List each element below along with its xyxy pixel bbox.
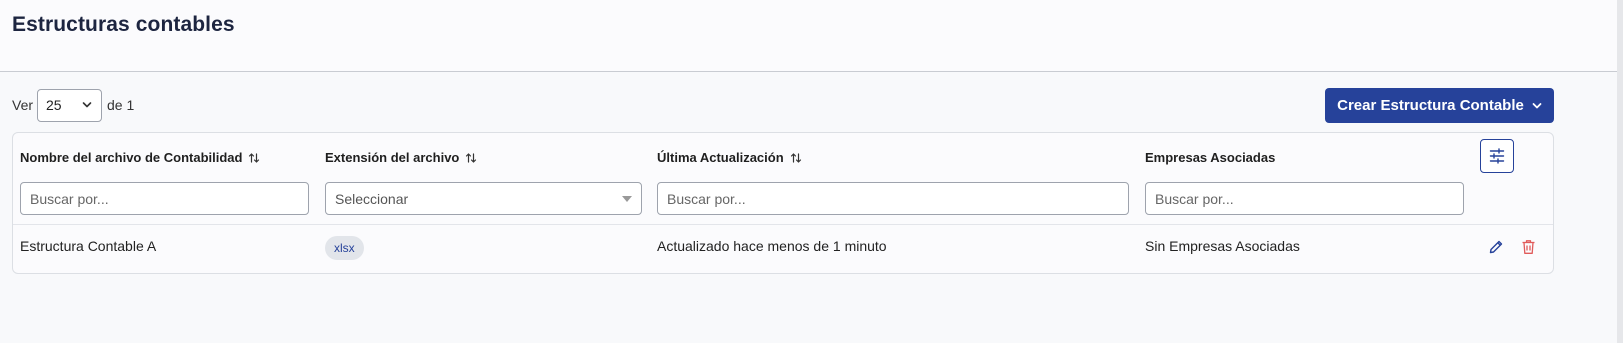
column-header-extension[interactable]: Extensión del archivo bbox=[325, 150, 477, 165]
filter-extension-placeholder: Seleccionar bbox=[335, 190, 409, 207]
pager-suffix: de 1 bbox=[107, 97, 135, 113]
row-divider bbox=[13, 224, 1553, 225]
delete-icon bbox=[1522, 240, 1534, 254]
extension-badge: xlsx bbox=[325, 236, 364, 260]
edit-icon bbox=[1489, 240, 1503, 254]
sort-icon[interactable] bbox=[465, 151, 477, 165]
column-header-label: Extensión del archivo bbox=[325, 150, 460, 165]
filter-companies-input[interactable] bbox=[1145, 182, 1464, 215]
page-size-value: 25 bbox=[46, 97, 62, 113]
column-header-companies: Empresas Asociadas bbox=[1145, 150, 1275, 165]
pager-prefix: Ver bbox=[12, 97, 34, 113]
page-header: Estructuras contables bbox=[0, 0, 1623, 72]
filter-extension-select[interactable]: Seleccionar bbox=[325, 182, 642, 215]
column-header-name[interactable]: Nombre del archivo de Contabilidad bbox=[20, 150, 260, 165]
cell-updated: Actualizado hace menos de 1 minuto bbox=[657, 238, 887, 254]
scrollbar-track[interactable] bbox=[1617, 0, 1623, 343]
chevron-down-icon bbox=[82, 102, 92, 108]
create-button-label: Crear Estructura Contable bbox=[1337, 97, 1524, 114]
sort-icon[interactable] bbox=[790, 151, 802, 165]
column-header-label: Nombre del archivo de Contabilidad bbox=[20, 150, 243, 165]
cell-companies: Sin Empresas Asociadas bbox=[1145, 238, 1300, 254]
create-structure-button[interactable]: Crear Estructura Contable bbox=[1325, 88, 1554, 123]
column-header-label: Empresas Asociadas bbox=[1145, 150, 1276, 165]
column-header-updated[interactable]: Última Actualización bbox=[657, 150, 802, 165]
edit-button[interactable] bbox=[1487, 238, 1505, 256]
chevron-down-icon bbox=[1532, 102, 1542, 108]
column-settings-icon bbox=[1489, 148, 1505, 164]
page-size-select[interactable]: 25 bbox=[37, 88, 103, 122]
sort-icon[interactable] bbox=[248, 151, 260, 165]
delete-button[interactable] bbox=[1519, 238, 1537, 256]
column-settings-button[interactable] bbox=[1480, 139, 1514, 173]
column-header-label: Última Actualización bbox=[657, 150, 784, 165]
caret-down-icon bbox=[622, 195, 632, 202]
cell-name: Estructura Contable A bbox=[20, 238, 157, 254]
filter-name-input[interactable] bbox=[20, 182, 309, 215]
page-title: Estructuras contables bbox=[12, 13, 235, 36]
page-size-control: Ver 25 de 1 bbox=[12, 88, 134, 122]
filter-updated-input[interactable] bbox=[657, 182, 1129, 215]
